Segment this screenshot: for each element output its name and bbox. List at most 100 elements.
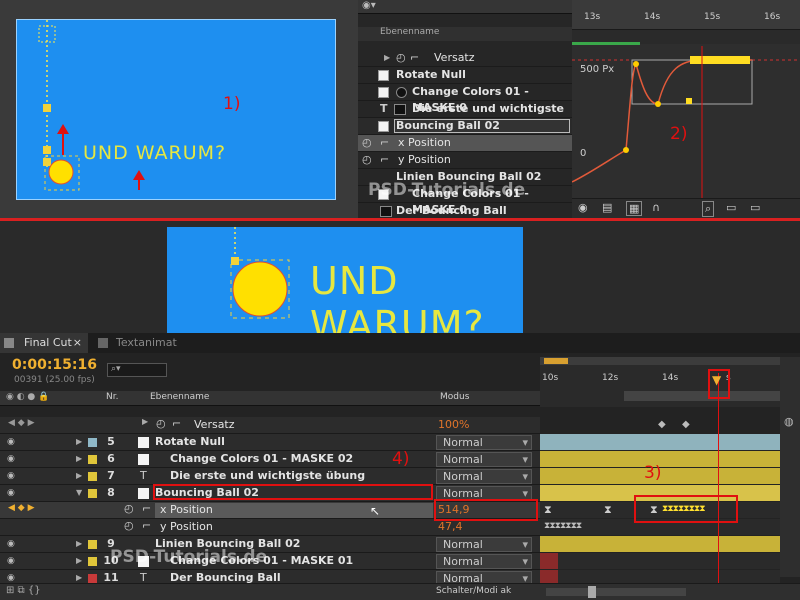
stopwatch-icon[interactable]: ◴ (396, 50, 406, 66)
expand-icon[interactable]: ▶ (76, 451, 82, 467)
navigator-handle[interactable] (544, 358, 568, 364)
time-ruler[interactable]: 10s 12s 14s s (540, 357, 780, 407)
stopwatch-icon[interactable]: ◴ (362, 152, 372, 168)
current-time-indicator[interactable] (718, 373, 719, 583)
zoom-slider[interactable] (546, 586, 686, 598)
expand-icon[interactable]: ▶ (76, 553, 82, 569)
graph-icon: ⌐ (410, 51, 420, 64)
eye-icon[interactable]: ◉ (7, 471, 19, 481)
layer-row[interactable]: ◉ ▶ 10 Change Colors 01 - MASKE 01 Norma… (0, 553, 540, 570)
ruler-tick: 13s (584, 12, 601, 22)
mode-select[interactable]: Normal (436, 537, 532, 552)
top-row-die-erste[interactable]: T Die erste und wichtigste übu (358, 101, 572, 131)
expand-icon[interactable]: ▶ (384, 50, 390, 66)
eye-icon[interactable]: ◉ (7, 437, 19, 447)
tab-final-cut[interactable]: Final Cut × (0, 333, 88, 353)
comment-icon[interactable]: ◍ (784, 415, 794, 428)
keyframe[interactable]: ◆ (682, 419, 690, 430)
top-row-rotate-null[interactable]: Rotate Null (358, 67, 572, 84)
prop-row-y-position[interactable]: ◴ ⌐ y Position 47,4 (0, 519, 540, 536)
header-eye-icon[interactable]: ◉ ◐ ● 🔒 (6, 392, 49, 402)
annotation-box-value (434, 499, 538, 521)
top-row-versatz[interactable]: ▶ ◴ ⌐ Versatz (358, 50, 572, 67)
tab-textanimat[interactable]: Textanimat (92, 333, 177, 353)
stopwatch-icon[interactable]: ◴ (362, 135, 372, 151)
mode-select[interactable]: Normal (436, 469, 532, 484)
mode-select[interactable]: Normal (436, 435, 532, 450)
stopwatch-icon[interactable]: ◴ (124, 502, 134, 515)
fit-selection-icon[interactable]: ▭ (750, 201, 760, 214)
work-area[interactable] (624, 391, 780, 401)
zoom-slider-handle[interactable] (588, 586, 596, 598)
snap-icon[interactable]: ▦ (626, 201, 643, 216)
ruler-tick: 14s (644, 12, 661, 22)
layer-bar[interactable] (540, 434, 780, 450)
navigator-bar[interactable] (540, 357, 780, 365)
eye-icon[interactable]: ◉ (7, 488, 19, 498)
layer-bar[interactable] (540, 536, 780, 552)
mask-icon (396, 87, 407, 98)
layer-bar[interactable] (540, 553, 780, 569)
layer-row[interactable]: ◉ ▶ 5 Rotate Null Normal (0, 434, 540, 451)
graph-ruler[interactable]: 13s 14s 15s 16s (572, 0, 800, 30)
prop-name: x Position (160, 503, 213, 516)
expand-icon[interactable]: ▶ (76, 468, 82, 484)
expand-icon[interactable]: ▶ (76, 536, 82, 552)
switches-modes-toggle[interactable]: Schalter/Modi ak (436, 586, 511, 596)
mode-select[interactable]: Normal (436, 452, 532, 467)
red-divider (0, 218, 800, 221)
stopwatch-icon[interactable]: ◴ (156, 417, 166, 430)
expand-icon[interactable]: ▶ (142, 417, 148, 426)
graph-icon: ⌐ (380, 153, 390, 166)
keyframe[interactable]: ⧗ (604, 503, 612, 517)
layer-row[interactable]: ◉ ▶ 6 Change Colors 01 - MASKE 02 Normal (0, 451, 540, 468)
col-nr: Nr. (106, 392, 119, 402)
prop-value[interactable]: 47,4 (438, 519, 463, 535)
ruler-tick: 16s (764, 12, 781, 22)
top-composition-canvas[interactable]: UND WARUM? 1) (16, 19, 336, 200)
top-row-x-position[interactable]: ◴ ⌐ x Position (358, 135, 572, 152)
footer-icons[interactable]: ⊞ ⧉ {} (6, 585, 41, 596)
work-area-bar[interactable] (572, 30, 800, 45)
versatz-value[interactable]: 100% (438, 417, 469, 433)
versatz-track[interactable]: ◆ ◆ (540, 417, 780, 433)
eye-icon[interactable]: ◉ (578, 201, 588, 214)
keyframe[interactable]: ◆ (658, 419, 666, 430)
top-row-bouncing-ball[interactable]: Bouncing Ball 02 (358, 118, 572, 135)
solid-icon (138, 488, 149, 499)
watermark: PSD-Tutorials.de (368, 180, 526, 200)
right-scroll-column[interactable]: ◍ (780, 357, 800, 577)
eye-icon[interactable]: ◉ (7, 454, 19, 464)
eye-icon[interactable]: ◉ (7, 539, 19, 549)
keyframe-nav-icon[interactable]: ◀ ◆ ▶ (8, 503, 35, 513)
stopwatch-icon[interactable]: ◴ (124, 519, 134, 532)
top-row-label: Bouncing Ball 02 (396, 119, 500, 132)
collapse-icon[interactable]: ▼ (76, 485, 82, 501)
expand-icon[interactable]: ▶ (76, 434, 82, 450)
row-versatz[interactable]: ◀ ◆ ▶ ▶ ◴ ⌐ Versatz 100% (0, 417, 540, 434)
layer-row[interactable]: ◉ ▶ 9 Linien Bouncing Ball 02 Normal (0, 536, 540, 553)
keyframe[interactable]: ⧗ (544, 503, 552, 517)
magnet-icon[interactable]: ∩ (652, 201, 660, 214)
col-ebenenname: Ebenenname (380, 27, 440, 37)
cursor-icon: ↖ (370, 504, 381, 518)
solid-icon (378, 70, 389, 81)
fit-all-icon[interactable]: ▭ (726, 201, 736, 214)
graph-editor[interactable]: 13s 14s 15s 16s 500 Px 0 2) ◉ ▤ ▦ ∩ ⌕ ▭ … (572, 0, 800, 218)
keyframe-cluster[interactable]: ⧗⧗⧗⧗⧗⧗⧗ (544, 521, 582, 531)
timecode[interactable]: 0:00:15:16 (12, 357, 97, 373)
keyframe-nav-icon[interactable]: ◀ ◆ ▶ (8, 418, 35, 428)
mode-select[interactable]: Normal (436, 554, 532, 569)
layer-row[interactable]: ◉ ▶ 7 T Die erste und wichtigste übung N… (0, 468, 540, 485)
eye-icon[interactable]: ◉ (7, 573, 19, 583)
top-row-y-position[interactable]: ◴ ⌐ y Position (358, 152, 572, 169)
top-row-change-colors[interactable]: Change Colors 01 - MASKE 0 (358, 84, 572, 114)
frame-info: 00391 (25.00 fps) (14, 375, 95, 385)
zoom-fit-icon[interactable]: ⌕ (702, 201, 715, 217)
eye-icon[interactable]: ◉ (7, 556, 19, 566)
graph-type-icon[interactable]: ▤ (602, 201, 612, 214)
annotation-4: 4) (392, 449, 410, 469)
search-input[interactable]: ⌕▾ (107, 363, 167, 377)
close-icon[interactable]: × (73, 333, 82, 353)
panel-menu-icon[interactable]: ◉▾ (362, 0, 376, 11)
